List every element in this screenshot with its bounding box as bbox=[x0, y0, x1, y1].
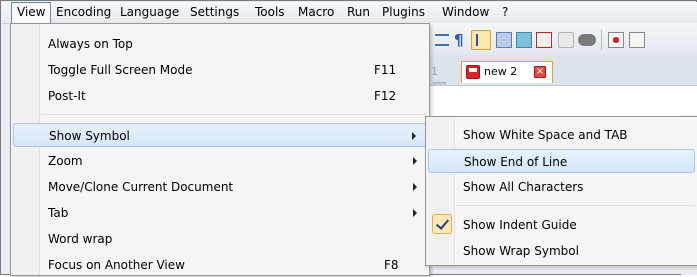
monitor-icon[interactable] bbox=[558, 32, 574, 48]
unsaved-file-icon bbox=[466, 65, 480, 79]
folder-workspace-icon[interactable] bbox=[536, 32, 552, 48]
tab-label: new 2 bbox=[484, 65, 518, 78]
menu-separator bbox=[456, 205, 695, 206]
toolbar: ¶ bbox=[421, 23, 697, 55]
stop-macro-icon[interactable] bbox=[629, 32, 645, 48]
menu-item-show-wrap-symbol[interactable]: Show Wrap Symbol bbox=[428, 239, 695, 263]
menu-item-label: Show White Space and TAB bbox=[463, 128, 628, 142]
toolbar-separator bbox=[601, 30, 602, 50]
menu-bar: View Encoding Language Settings Tools Ma… bbox=[2, 2, 697, 24]
menu-item-label: Zoom bbox=[48, 154, 83, 168]
menu-macro[interactable]: Macro bbox=[298, 2, 334, 23]
menu-item-show-white-space-tab[interactable]: Show White Space and TAB bbox=[428, 123, 695, 147]
close-icon[interactable]: × bbox=[534, 66, 546, 78]
record-dot-icon bbox=[613, 37, 619, 43]
menu-settings[interactable]: Settings bbox=[190, 2, 239, 23]
view-menu: Always on Top Toggle Full Screen Mode F1… bbox=[10, 23, 430, 276]
tab-label: 1 bbox=[431, 65, 438, 78]
menu-help[interactable]: ? bbox=[502, 2, 508, 23]
menu-separator bbox=[41, 114, 427, 115]
menu-item-toggle-full-screen[interactable]: Toggle Full Screen Mode F11 bbox=[13, 58, 427, 82]
menu-tools[interactable]: Tools bbox=[255, 2, 285, 23]
application-window: View Encoding Language Settings Tools Ma… bbox=[0, 0, 697, 276]
menu-item-label: Show Indent Guide bbox=[463, 218, 577, 232]
menu-item-word-wrap[interactable]: Word wrap bbox=[13, 227, 427, 251]
menu-item-shortcut: F8 bbox=[384, 258, 399, 272]
menu-item-post-it[interactable]: Post-It F12 bbox=[13, 84, 427, 108]
menu-language[interactable]: Language bbox=[120, 2, 179, 23]
record-macro-icon[interactable] bbox=[608, 32, 624, 48]
indent-guide-lines-icon bbox=[476, 34, 488, 46]
menu-item-label: Post-It bbox=[48, 89, 86, 103]
checkmark-icon bbox=[432, 214, 452, 234]
wrap-icon[interactable] bbox=[435, 34, 449, 46]
submenu-arrow-icon bbox=[413, 157, 417, 165]
document-tabs: 1 new 2 × bbox=[421, 55, 697, 95]
menu-item-show-symbol[interactable]: Show Symbol bbox=[13, 123, 427, 147]
submenu-arrow-icon bbox=[413, 183, 417, 191]
menu-item-label: Show End of Line bbox=[464, 155, 568, 169]
show-symbol-submenu: Show White Space and TAB Show End of Lin… bbox=[425, 116, 697, 266]
menu-item-label: Show Wrap Symbol bbox=[463, 244, 579, 258]
menu-item-tab[interactable]: Tab bbox=[13, 201, 427, 225]
menu-item-label: Move/Clone Current Document bbox=[48, 180, 234, 194]
menu-item-label: Toggle Full Screen Mode bbox=[48, 63, 193, 77]
menu-item-label: Show All Characters bbox=[463, 180, 584, 194]
submenu-arrow-icon bbox=[412, 132, 416, 140]
menu-item-move-clone-document[interactable]: Move/Clone Current Document bbox=[13, 175, 427, 199]
menu-window[interactable]: Window bbox=[442, 2, 489, 23]
tab-new-1[interactable]: 1 bbox=[431, 64, 451, 95]
menu-item-show-all-characters[interactable]: Show All Characters bbox=[428, 175, 695, 199]
pilcrow-icon[interactable]: ¶ bbox=[454, 32, 470, 48]
submenu-arrow-icon bbox=[413, 209, 417, 217]
menu-encoding[interactable]: Encoding bbox=[56, 2, 111, 23]
record-disabled-icon[interactable] bbox=[578, 34, 596, 46]
menu-view[interactable]: View bbox=[11, 2, 52, 23]
menu-item-always-on-top[interactable]: Always on Top bbox=[13, 32, 427, 56]
menu-item-show-indent-guide[interactable]: Show Indent Guide bbox=[428, 213, 695, 237]
menu-run[interactable]: Run bbox=[347, 2, 370, 23]
document-map-icon[interactable] bbox=[496, 32, 512, 48]
menu-item-label: Show Symbol bbox=[49, 129, 130, 143]
menu-item-label: Word wrap bbox=[48, 232, 113, 246]
editor-area[interactable] bbox=[421, 85, 697, 116]
menu-item-label: Tab bbox=[48, 206, 69, 220]
menu-item-shortcut: F12 bbox=[374, 89, 397, 103]
menu-item-shortcut: F11 bbox=[374, 63, 397, 77]
menu-item-zoom[interactable]: Zoom bbox=[13, 149, 427, 173]
menu-item-show-end-of-line[interactable]: Show End of Line bbox=[428, 149, 695, 173]
menu-plugins[interactable]: Plugins bbox=[382, 2, 425, 23]
menu-item-label: Focus on Another View bbox=[48, 258, 185, 272]
tab-new-2[interactable]: new 2 × bbox=[461, 61, 553, 83]
menu-item-focus-another-view[interactable]: Focus on Another View F8 bbox=[13, 253, 427, 277]
function-list-icon[interactable] bbox=[516, 32, 532, 48]
indent-guide-icon[interactable] bbox=[471, 30, 491, 50]
menu-item-label: Always on Top bbox=[48, 37, 133, 51]
